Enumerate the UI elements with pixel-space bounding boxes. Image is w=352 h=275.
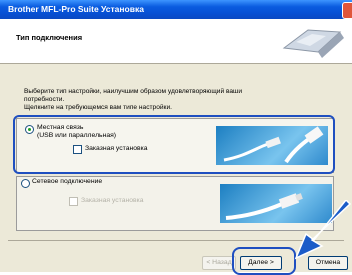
selection-highlight (13, 115, 335, 174)
title-bar[interactable]: Brother MFL-Pro Suite Установка (0, 0, 352, 19)
network-connection-radio[interactable] (21, 179, 30, 188)
computer-illustration-icon (282, 29, 344, 58)
network-custom-install-checkbox (69, 197, 78, 206)
close-button[interactable] (342, 2, 352, 19)
instruction-text: Выберите тип настройки, наилучшим образо… (24, 88, 324, 112)
network-connection-option[interactable]: Сетевое подключение Заказная установка (16, 176, 334, 231)
next-button-highlight (232, 247, 296, 275)
page-title: Тип подключения (16, 33, 83, 42)
installer-window: Brother MFL-Pro Suite Установка Тип подк… (0, 0, 352, 275)
instruction-line: Щелкните на требующемся вам типе настрой… (24, 104, 172, 111)
header-panel: Тип подключения (0, 19, 352, 64)
network-custom-install-label: Заказная установка (81, 197, 144, 204)
instruction-line: потребности. (24, 96, 65, 103)
back-button[interactable]: < Назад (202, 256, 236, 270)
instruction-line: Выберите тип настройки, наилучшим образо… (24, 88, 243, 95)
window-title: Brother MFL-Pro Suite Установка (8, 4, 144, 14)
pointer-arrow-icon (294, 200, 352, 260)
network-connection-label: Сетевое подключение (32, 178, 103, 185)
